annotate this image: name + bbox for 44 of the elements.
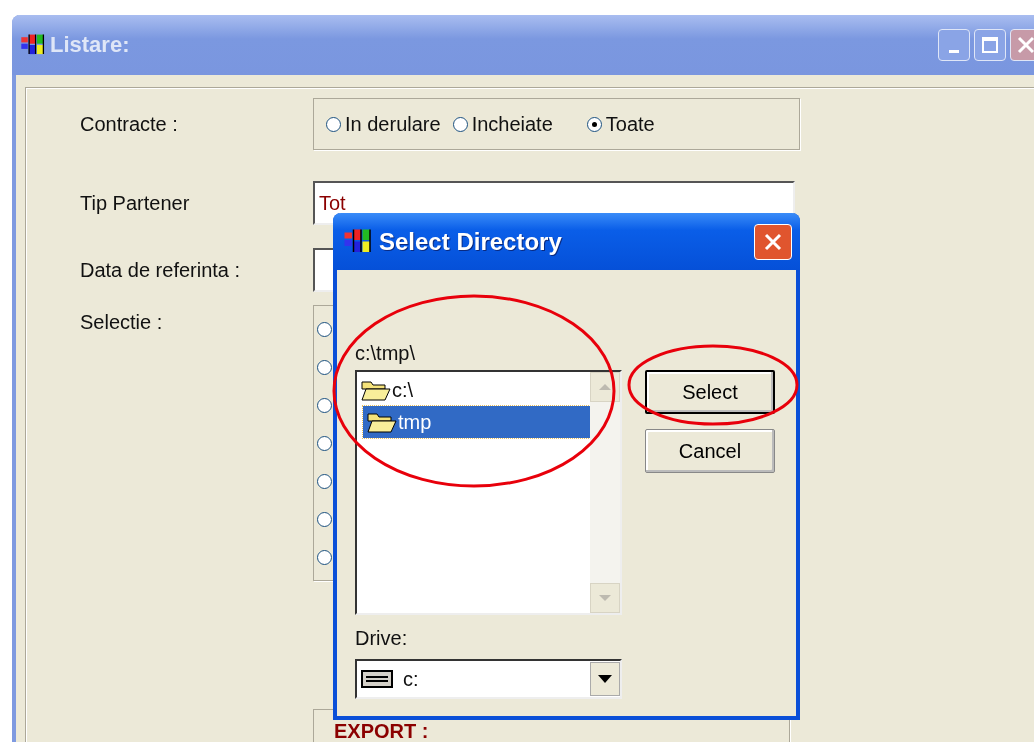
folder-list[interactable]: c:\ tmp bbox=[355, 370, 622, 615]
radio-button[interactable] bbox=[317, 398, 332, 413]
drive-icon bbox=[361, 670, 393, 688]
current-path: c:\tmp\ bbox=[355, 342, 416, 364]
radio-option[interactable]: In derulare bbox=[326, 112, 441, 136]
folder-icon bbox=[361, 378, 391, 402]
group-label: EXPORT : bbox=[334, 720, 429, 742]
radio-button[interactable] bbox=[317, 436, 332, 451]
drive-dropdown[interactable]: c: bbox=[355, 659, 622, 699]
radio-button[interactable] bbox=[452, 116, 468, 132]
scroll-down-icon bbox=[598, 594, 612, 602]
app-icon bbox=[20, 33, 46, 57]
scrollbar[interactable] bbox=[590, 372, 620, 613]
app-icon bbox=[343, 228, 373, 255]
close-icon bbox=[1017, 36, 1034, 54]
maximize-icon bbox=[981, 36, 999, 54]
radio-button[interactable] bbox=[586, 116, 602, 132]
dialog-title: Select Directory bbox=[379, 227, 563, 256]
radio-option[interactable]: Toate bbox=[586, 112, 655, 136]
radio-button[interactable] bbox=[317, 360, 332, 375]
select-button[interactable]: Select bbox=[645, 370, 775, 414]
radio-label: Toate bbox=[605, 112, 655, 136]
minimize-icon bbox=[949, 49, 959, 53]
close-icon bbox=[763, 231, 783, 252]
field-label: Selectie : bbox=[80, 310, 164, 334]
dropdown-arrow-icon bbox=[597, 674, 613, 684]
radio-button[interactable] bbox=[317, 512, 332, 527]
drive-label: Drive: bbox=[355, 627, 409, 651]
radio-option[interactable]: Incheiate bbox=[452, 112, 553, 136]
field-label: Tip Partener bbox=[80, 191, 191, 215]
cancel-button[interactable]: Cancel bbox=[645, 429, 775, 473]
window-title: Listare: bbox=[50, 32, 131, 58]
folder-item[interactable]: tmp bbox=[363, 406, 590, 438]
field-label: Data de referinta : bbox=[80, 258, 242, 282]
scroll-up-icon bbox=[598, 383, 612, 391]
field-label: Contracte : bbox=[80, 112, 179, 136]
folder-icon bbox=[367, 410, 397, 434]
radio-button[interactable] bbox=[317, 322, 332, 337]
radio-label: Incheiate bbox=[471, 112, 553, 136]
radio-label: In derulare bbox=[345, 112, 441, 136]
radio-button[interactable] bbox=[317, 474, 332, 489]
radio-button[interactable] bbox=[317, 550, 332, 565]
radio-button[interactable] bbox=[326, 116, 341, 132]
folder-item[interactable]: c:\ bbox=[357, 374, 590, 406]
